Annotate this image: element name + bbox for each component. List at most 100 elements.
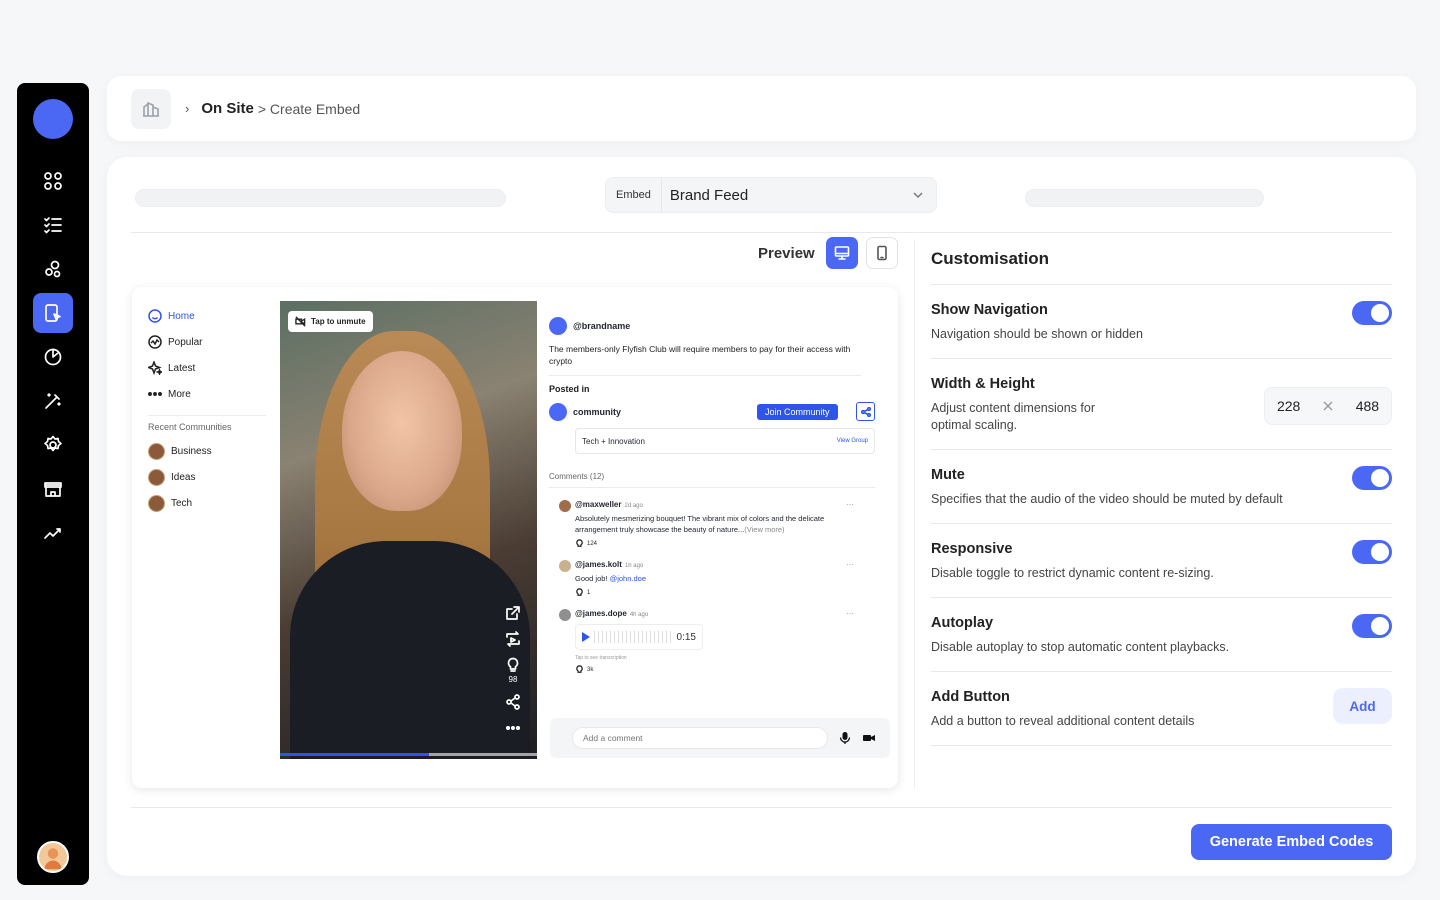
preview-nav-latest[interactable]: Latest: [148, 355, 266, 381]
customisation-title: Customisation: [931, 232, 1392, 285]
comment-bar: Add a comment: [550, 718, 890, 758]
magic-wand-icon[interactable]: [33, 381, 73, 421]
commenter-name[interactable]: @maxweller: [575, 500, 622, 509]
divider: [549, 487, 875, 488]
comment-menu-icon[interactable]: ···: [846, 609, 854, 618]
preview-nav-more[interactable]: More: [148, 381, 266, 407]
community-item-ideas[interactable]: Ideas: [148, 464, 266, 490]
comment-likes[interactable]: 1: [575, 588, 864, 597]
mention-link[interactable]: @john.doe: [610, 574, 646, 583]
view-more-link[interactable]: (View more): [744, 525, 784, 534]
preview-nav-label: More: [168, 388, 191, 400]
author-avatar: [549, 317, 567, 335]
setting-description: Disable autoplay to stop automatic conte…: [931, 640, 1230, 654]
community-avatar: [549, 403, 567, 421]
divider: [148, 415, 266, 416]
tap-to-unmute-button[interactable]: Tap to unmute: [288, 311, 373, 332]
video-progress-fill: [280, 753, 430, 756]
more-dots-icon[interactable]: [505, 720, 521, 736]
add-button[interactable]: Add: [1333, 688, 1392, 724]
building-icon: [143, 101, 159, 117]
close-icon: [1312, 400, 1344, 412]
show-navigation-toggle[interactable]: [1352, 301, 1392, 325]
community-label: Ideas: [171, 471, 196, 483]
chevron-down-icon: [913, 192, 923, 199]
repost-icon[interactable]: [505, 631, 521, 647]
audio-comment-player[interactable]: 0:15: [575, 624, 703, 650]
store-icon[interactable]: [33, 469, 73, 509]
video-player[interactable]: Tap to unmute 98: [280, 301, 537, 759]
comment-text: Good job!: [575, 574, 610, 583]
community-icon[interactable]: [33, 249, 73, 289]
preview-nav-home[interactable]: Home: [148, 303, 266, 329]
share-icon[interactable]: [505, 694, 521, 710]
comment-like-count: 124: [587, 540, 598, 547]
group-card: Tech + Innovation View Group: [575, 428, 875, 454]
embed-select-label: Embed: [606, 178, 662, 212]
setting-description: Add a button to reveal additional conten…: [931, 714, 1195, 728]
sparkle-icon: [148, 361, 162, 375]
autoplay-toggle[interactable]: [1352, 614, 1392, 638]
home-button[interactable]: [131, 88, 171, 129]
preview-navigation: Home Popular Latest More Recent Communit…: [148, 303, 266, 516]
generate-embed-codes-button[interactable]: Generate Embed Codes: [1191, 824, 1392, 860]
share-community-button[interactable]: [856, 402, 875, 421]
comment-input[interactable]: Add a comment: [572, 727, 828, 749]
video-progress-bar[interactable]: [280, 753, 537, 756]
comment-item: @maxweller 2d ago ··· Absolutely mesmeriz…: [549, 500, 864, 548]
post-text: The members-only Flyfish Club will requi…: [549, 344, 851, 366]
breadcrumb-create-embed: > Create Embed: [257, 100, 361, 117]
view-group-link[interactable]: View Group: [837, 438, 868, 444]
dashboard-icon[interactable]: [33, 161, 73, 201]
play-icon[interactable]: [582, 632, 590, 642]
responsive-toggle[interactable]: [1352, 540, 1392, 564]
community-name: community: [573, 407, 622, 417]
community-avatar: [148, 442, 165, 460]
insights-icon[interactable]: [33, 513, 73, 553]
commenter-name[interactable]: @james.dope: [575, 609, 627, 618]
comment-body: Good job! @john.doe: [575, 573, 864, 584]
post-author[interactable]: @brandname: [549, 317, 879, 335]
embed-select[interactable]: Embed Brand Feed: [605, 177, 937, 213]
like-bulb-icon[interactable]: [505, 657, 521, 673]
transcription-link[interactable]: Tap to see transcription: [575, 655, 864, 661]
preview-nav-label: Latest: [168, 362, 196, 374]
comment-menu-icon[interactable]: ···: [846, 560, 854, 569]
external-link-icon[interactable]: [505, 605, 521, 621]
mute-toggle[interactable]: [1352, 466, 1392, 490]
comment-menu-icon[interactable]: ···: [846, 500, 854, 509]
setting-description: Disable toggle to restrict dynamic conte…: [931, 566, 1214, 580]
home-icon: [148, 309, 162, 323]
sidebar: [17, 83, 89, 885]
commenter-name[interactable]: @james.kolt: [575, 560, 622, 569]
comment-likes[interactable]: 124: [575, 539, 864, 548]
video-camera-icon[interactable]: [862, 731, 876, 745]
community-avatar: [148, 468, 165, 486]
comment-likes[interactable]: 3k: [575, 665, 864, 674]
setting-title: Responsive: [931, 541, 1013, 557]
preview-nav-label: Home: [168, 310, 195, 322]
join-community-button[interactable]: Join Community: [757, 404, 838, 420]
user-avatar[interactable]: [37, 841, 69, 873]
settings-icon[interactable]: [33, 425, 73, 465]
breadcrumb-on-site[interactable]: On Site: [201, 100, 254, 117]
audio-duration: 0:15: [676, 631, 696, 643]
comment-item: @james.kolt 1h ago ··· Good job! @john.do…: [549, 560, 864, 597]
microphone-icon[interactable]: [838, 731, 852, 745]
checklist-icon[interactable]: [33, 205, 73, 245]
community-item-tech[interactable]: Tech: [148, 490, 266, 516]
mobile-preview-button[interactable]: [866, 237, 898, 269]
brand-logo[interactable]: [33, 99, 73, 139]
commenter-avatar: [559, 500, 571, 512]
embed-icon[interactable]: [33, 293, 73, 333]
desktop-preview-button[interactable]: [826, 237, 858, 269]
width-input[interactable]: 228: [1265, 398, 1312, 414]
preview-nav-popular[interactable]: Popular: [148, 329, 266, 355]
comment-time: 1h ago: [624, 563, 644, 569]
community-item-business[interactable]: Business: [148, 438, 266, 464]
divider: [549, 375, 861, 376]
community-label: Business: [171, 445, 212, 457]
community-avatar: [148, 494, 165, 512]
analytics-icon[interactable]: [33, 337, 73, 377]
height-input[interactable]: 488: [1344, 398, 1391, 414]
